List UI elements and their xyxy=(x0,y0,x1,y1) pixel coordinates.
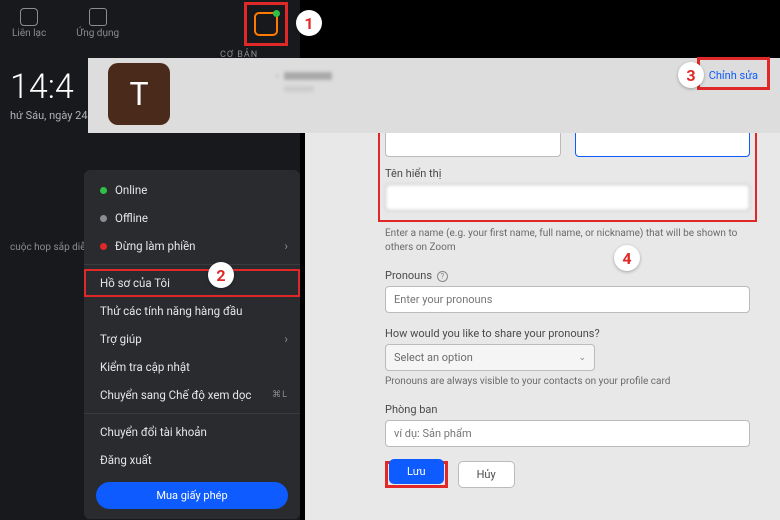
chevron-right-icon: › xyxy=(284,332,288,346)
menu-help[interactable]: Trợ giúp › xyxy=(84,325,300,353)
annotation-4: 4 xyxy=(614,245,640,271)
profile-context-menu: Online Offline Đừng làm phiền › Hồ sơ củ… xyxy=(84,170,300,519)
chevron-right-icon: › xyxy=(284,239,288,253)
buy-license-button[interactable]: Mua giấy phép xyxy=(96,482,288,509)
apps-icon xyxy=(89,8,107,26)
menu-switch-account[interactable]: Chuyển đổi tài khoản xyxy=(84,418,300,446)
menu-signout-label: Đăng xuất xyxy=(100,453,152,467)
save-button-highlight: Lưu xyxy=(385,461,448,488)
annotation-3: 3 xyxy=(678,62,704,88)
menu-update-label: Kiểm tra cập nhật xyxy=(100,360,190,374)
menu-check-update[interactable]: Kiểm tra cập nhật xyxy=(84,353,300,381)
share-pronouns-label: How would you like to share your pronoun… xyxy=(385,327,750,340)
menu-dnd-label: Đừng làm phiền xyxy=(115,239,196,253)
profile-icon-highlight xyxy=(244,2,288,46)
menu-portrait-label: Chuyển sang Chế độ xem dọc xyxy=(100,388,251,402)
profile-name-line1 xyxy=(284,72,332,80)
menu-my-profile[interactable]: Hồ sơ của Tôi xyxy=(84,269,300,297)
first-name-input[interactable] xyxy=(385,130,561,157)
menu-try-label: Thử các tính năng hàng đầu xyxy=(100,304,242,318)
select-value: Select an option xyxy=(394,351,473,364)
display-name-label: Tên hiển thị xyxy=(385,167,750,180)
pronouns-input[interactable] xyxy=(385,286,750,313)
save-button[interactable]: Lưu xyxy=(389,459,444,484)
contacts-icon xyxy=(20,8,38,26)
pronouns-label: Pronouns ? xyxy=(385,269,750,282)
menu-online-label: Online xyxy=(115,183,147,197)
tab-contacts[interactable]: Liên lạc xyxy=(12,8,46,39)
offline-dot-icon xyxy=(100,215,107,222)
profile-name-line2 xyxy=(284,86,314,92)
last-name-input[interactable] xyxy=(575,130,751,157)
zoom-profile-icon[interactable] xyxy=(254,12,278,36)
menu-offline-label: Offline xyxy=(115,211,148,225)
menu-status-dnd[interactable]: Đừng làm phiền › xyxy=(84,232,300,260)
display-name-input[interactable] xyxy=(385,184,750,211)
cancel-button[interactable]: Hủy xyxy=(458,461,515,488)
profile-header-bar: T xyxy=(88,58,780,133)
tab-apps-label: Ứng dụng xyxy=(76,28,119,39)
tab-apps[interactable]: Ứng dụng xyxy=(76,8,119,39)
menu-help-label: Trợ giúp xyxy=(100,332,142,346)
menu-switch-label: Chuyển đổi tài khoản xyxy=(100,425,207,439)
chevron-down-icon: ⌄ xyxy=(578,353,586,363)
department-input[interactable] xyxy=(385,420,750,447)
menu-profile-label: Hồ sơ của Tôi xyxy=(100,276,170,290)
tab-contacts-label: Liên lạc xyxy=(12,28,46,39)
menu-sign-out[interactable]: Đăng xuất xyxy=(84,446,300,474)
annotation-2: 2 xyxy=(208,262,234,288)
annotation-1: 1 xyxy=(296,10,322,36)
menu-divider xyxy=(84,413,300,414)
shortcut-text: ⌘L xyxy=(272,390,288,400)
share-pronouns-select[interactable]: Select an option ⌄ xyxy=(385,344,595,371)
menu-portrait-mode[interactable]: Chuyển sang Chế độ xem dọc ⌘L xyxy=(84,381,300,409)
dnd-dot-icon xyxy=(100,243,107,250)
online-dot-icon xyxy=(100,187,107,194)
menu-divider xyxy=(84,264,300,265)
menu-status-online[interactable]: Online xyxy=(84,176,300,204)
edit-button[interactable]: Chỉnh sửa xyxy=(703,67,764,84)
form-buttons: Lưu Hủy xyxy=(385,461,750,488)
menu-try-features[interactable]: Thử các tính năng hàng đầu xyxy=(84,297,300,325)
edit-button-highlight: Chỉnh sửa xyxy=(697,57,770,90)
share-pronouns-help: Pronouns are always visible to your cont… xyxy=(385,375,750,389)
avatar[interactable]: T xyxy=(108,63,170,125)
help-icon[interactable]: ? xyxy=(437,271,448,282)
menu-status-offline[interactable]: Offline xyxy=(84,204,300,232)
department-label: Phòng ban xyxy=(385,403,750,416)
display-name-help: Enter a name (e.g. your first name, full… xyxy=(385,227,750,255)
